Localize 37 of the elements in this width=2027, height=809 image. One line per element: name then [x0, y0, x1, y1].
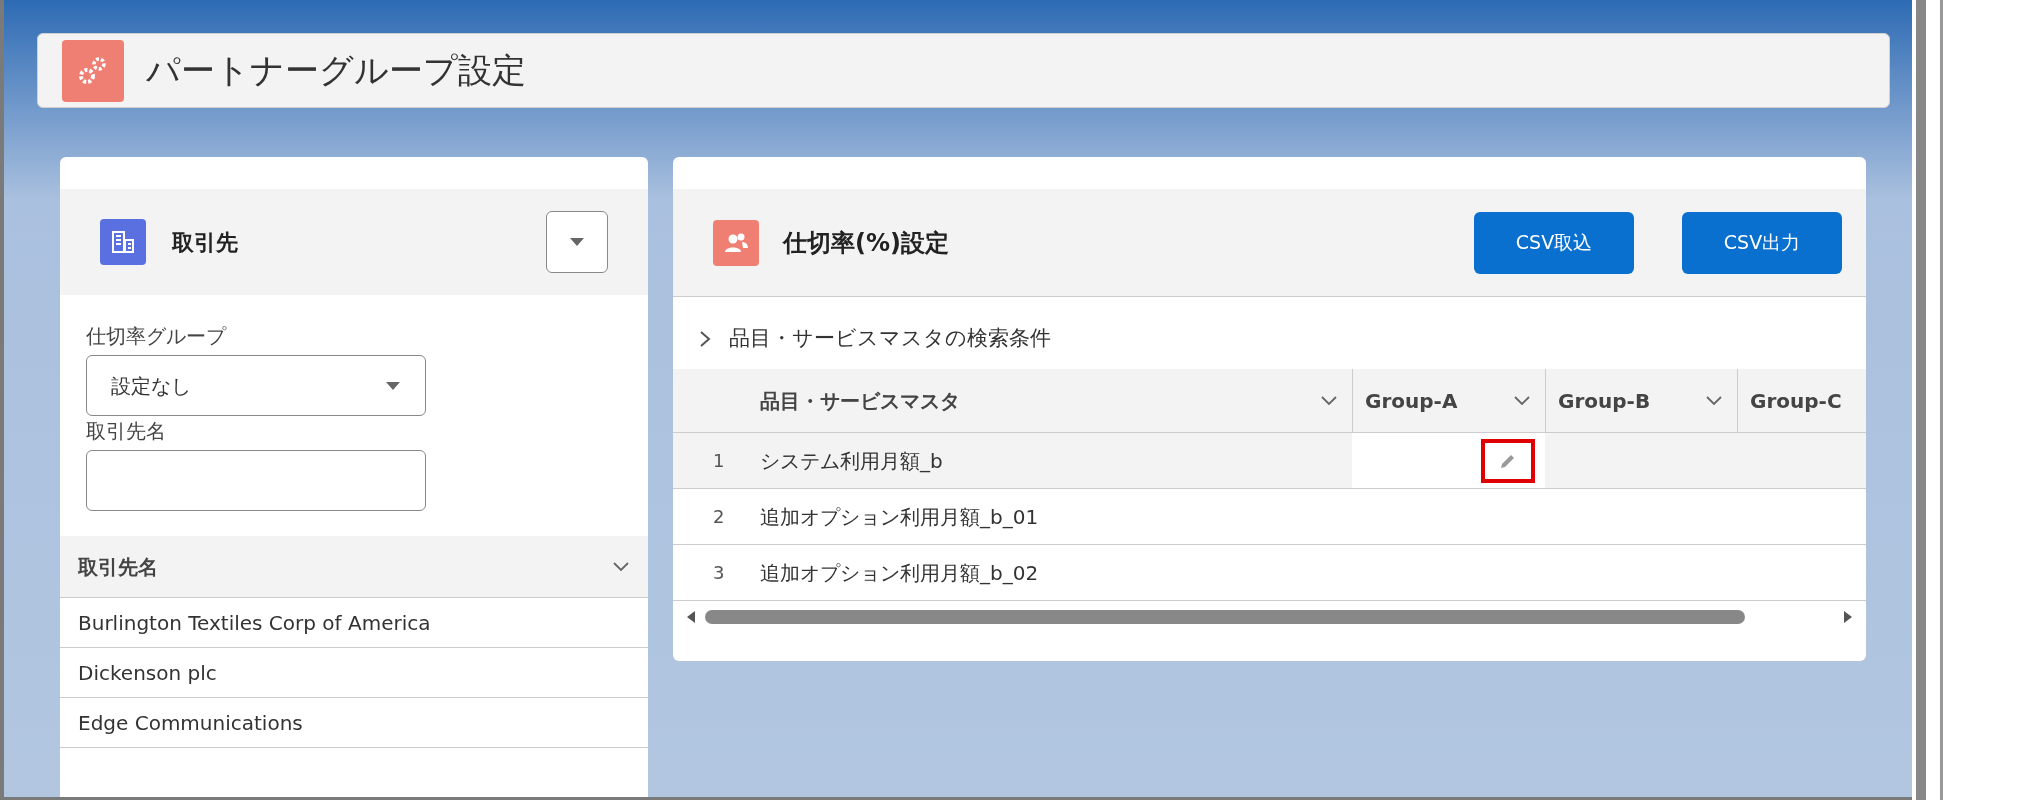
- row-number: 3: [712, 561, 726, 585]
- people-icon: [713, 219, 759, 266]
- csv-button[interactable]: CSV取込: [1474, 211, 1634, 274]
- scroll-left-icon[interactable]: [687, 611, 695, 623]
- chevron-down-icon: [1513, 394, 1531, 407]
- caret-icon: [385, 380, 401, 391]
- input-field[interactable]: [86, 450, 426, 511]
- panel-title: 仕切率(%)設定: [783, 227, 949, 259]
- table-row[interactable]: 1 システム利用月額_b: [673, 433, 1866, 489]
- select-field[interactable]: 設定なし: [86, 355, 426, 416]
- list-row[interactable]: Burlington Textiles Corp of America: [60, 598, 648, 648]
- scroll-right-icon[interactable]: [1844, 611, 1852, 623]
- table-cell-text: 追加オプション利用月額_b_02: [760, 559, 1040, 587]
- chevron-down-icon: [1705, 394, 1723, 407]
- column-header[interactable]: Group-C: [1737, 369, 1866, 432]
- table-cell-text: システム利用月額_b: [760, 447, 944, 475]
- table-cell-text: 追加オプション利用月額_b_01: [760, 503, 1040, 531]
- column-header[interactable]: Group-A: [1352, 369, 1545, 432]
- column-header[interactable]: 品目・サービスマスタ: [760, 369, 1352, 432]
- csv-button[interactable]: CSV出力: [1682, 211, 1842, 274]
- page-title: パートナーグループ設定: [146, 49, 526, 92]
- caret-icon: [569, 237, 585, 247]
- field-label: 取引先名: [86, 418, 167, 445]
- dropdown-button[interactable]: [546, 211, 608, 273]
- building-icon: [100, 219, 146, 265]
- chevron-down-icon: [1320, 394, 1338, 407]
- column-header[interactable]: Group-B: [1545, 369, 1737, 432]
- row-number: 2: [712, 505, 726, 529]
- row-number: 1: [712, 449, 726, 473]
- list-row[interactable]: Edge Communications: [60, 698, 648, 748]
- field-label: 仕切率グループ: [86, 323, 228, 350]
- chevron-down-icon: [612, 560, 630, 573]
- list-row[interactable]: Dickenson plc: [60, 648, 648, 698]
- chevron-right-icon: [699, 330, 711, 348]
- search-section-toggle[interactable]: 品目・サービスマスタの検索条件: [673, 309, 1866, 369]
- column-header[interactable]: 取引先名: [60, 536, 648, 598]
- panel-title: 取引先: [172, 228, 238, 257]
